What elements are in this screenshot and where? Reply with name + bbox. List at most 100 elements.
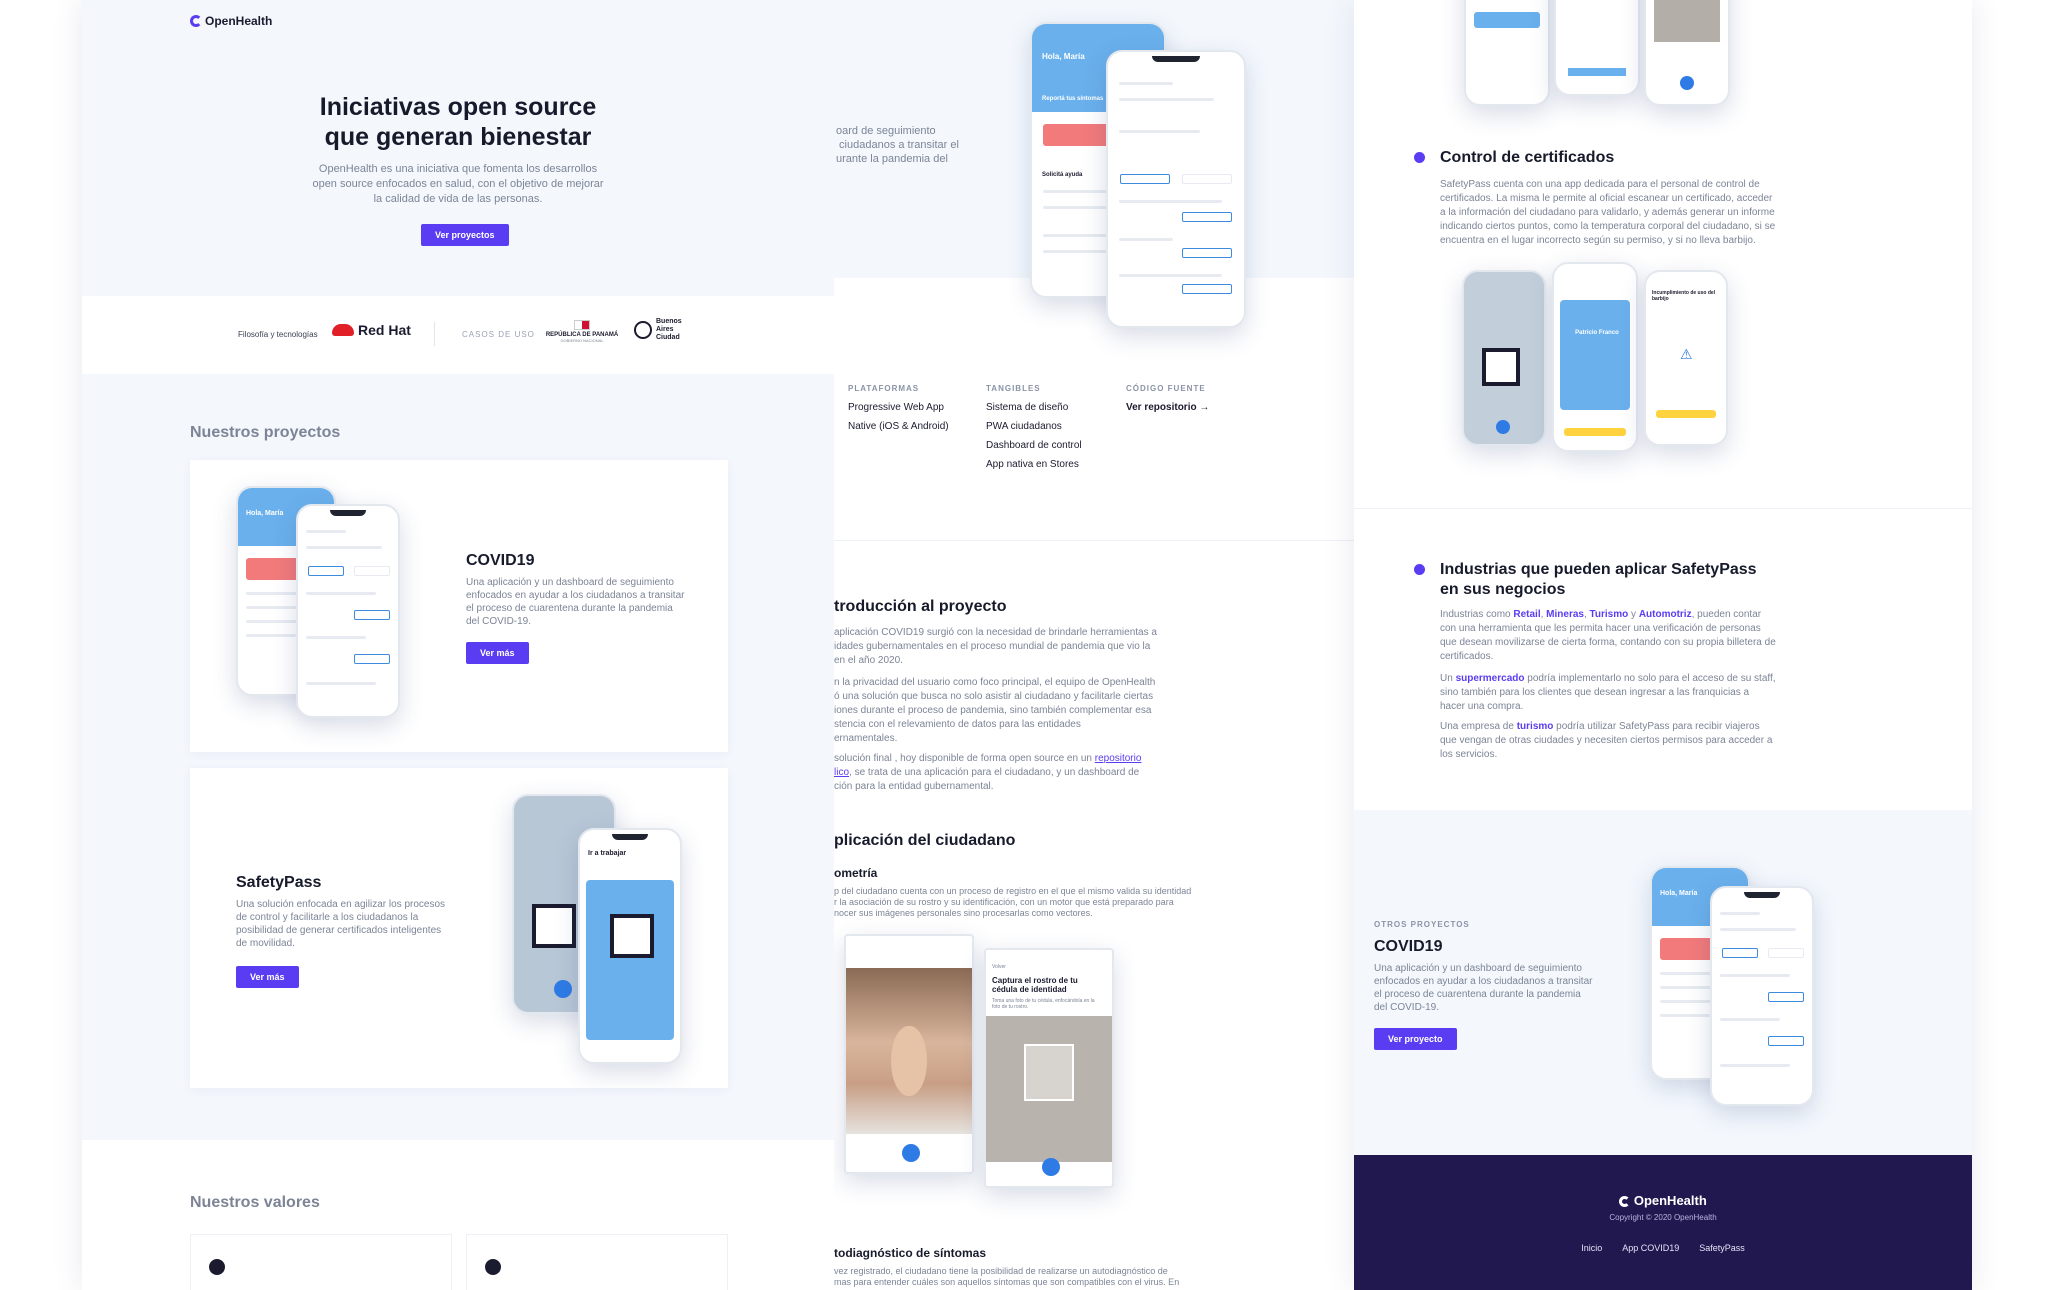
hero-title-line2: que generan bienestar [324, 123, 592, 151]
citizen-name: Patricio Franco [1575, 330, 1619, 336]
safetypass-card-text: Una solución enfocada en agilizar los pr… [236, 899, 446, 949]
control-phone-1 [1462, 270, 1546, 446]
face-shape [891, 1025, 927, 1097]
tourism-text: Una empresa de [1440, 721, 1517, 732]
panama-logo[interactable]: REPÚBLICA DE PANAMÁ GOBIERNO NACIONAL [542, 320, 622, 343]
covid-see-more-button[interactable]: Ver más [466, 642, 529, 664]
strip-divider [434, 322, 435, 346]
repository-link[interactable]: Ver repositorio → [1126, 402, 1209, 413]
tangibles-heading: TANGIBLES [986, 384, 1041, 393]
control-phone-2: Patricio Franco [1552, 262, 1638, 452]
footer: OpenHealth Copyright © 2020 OpenHealth I… [1354, 1155, 1972, 1290]
platforms-heading: PLATAFORMAS [848, 384, 920, 393]
ba-line3: Ciudad [656, 334, 680, 341]
control-phone-3: Incumplimiento de uso del barbijo ⚠ [1644, 270, 1728, 446]
tangible-item: Sistema de diseño [986, 402, 1069, 413]
page-canvas: OpenHealth Iniciativas open source que g… [0, 0, 2052, 1290]
biometrics-text: p del ciudadano cuenta con un proceso de… [834, 886, 1192, 918]
openhealth-logo-icon [1619, 1196, 1631, 1208]
shutter-icon [1680, 76, 1694, 90]
tourism-highlight: turismo [1516, 721, 1554, 732]
industry-tourism: Turismo [1589, 609, 1629, 620]
footer-link-safetypass[interactable]: SafetyPass [1699, 1243, 1745, 1253]
qr-code-icon [532, 904, 576, 948]
openhealth-logo[interactable]: OpenHealth [190, 14, 272, 28]
intro-title: troducción al proyecto [834, 598, 1007, 615]
supermarket-highlight: supermercado [1455, 673, 1525, 684]
citizen-app-title: plicación del ciudadano [834, 832, 1016, 849]
covid-card-text: Una aplicación y un dashboard de seguimi… [466, 577, 685, 627]
certificate-control-text: SafetyPass cuenta con una app dedicada p… [1440, 179, 1776, 246]
public-repo-link-cont[interactable]: lico [834, 767, 849, 778]
repository-link-label: Ver repositorio [1126, 402, 1197, 413]
phone-greeting: Hola, María [246, 510, 284, 517]
covid-project-card[interactable]: Hola, María COVID19 Una aplicación y un … [190, 460, 728, 752]
copyright-text: Copyright © 2020 OpenHealth [1609, 1213, 1717, 1222]
id-capture-hint: Toma una foto de tu cédula, enfocándola … [992, 998, 1095, 1010]
source-code-heading: CÓDIGO FUENTE [1126, 384, 1206, 393]
public-repo-link[interactable]: repositorio [1095, 753, 1142, 764]
self-diagnosis-title: todiagnóstico de síntomas [834, 1246, 987, 1260]
see-project-button[interactable]: Ver proyecto [1374, 1028, 1457, 1050]
other-phone-front [1710, 886, 1814, 1106]
other-projects-label: OTROS PROYECTOS [1374, 920, 1470, 929]
industries-paragraph-1: Industrias como Retail, Mineras, Turismo… [1440, 609, 1776, 662]
intro-paragraph-1: aplicación COVID19 surgió con la necesid… [834, 627, 1157, 666]
industries-text: Industrias como [1440, 609, 1514, 620]
value-card-privacy [190, 1234, 452, 1290]
safetypass-card-title: SafetyPass [236, 874, 322, 891]
ba-line2: Aires [656, 326, 674, 333]
redhat-wordmark: Red Hat [358, 322, 411, 338]
detail-phone-help: Solicitá ayuda [1042, 172, 1083, 178]
redhat-hat-icon [332, 324, 354, 336]
section-divider [1354, 508, 1972, 509]
buenos-aires-logo[interactable]: Buenos Aires Ciudad [634, 318, 682, 342]
qr-code-icon [610, 914, 654, 958]
tangible-item: App nativa en Stores [986, 459, 1079, 470]
detail-hero-text: oard de seguimiento ciudadanos a transit… [836, 125, 959, 165]
section-divider [834, 540, 1354, 541]
safetypass-see-more-button[interactable]: Ver más [236, 966, 299, 988]
other-project-title: COVID19 [1374, 938, 1443, 955]
see-projects-button[interactable]: Ver proyectos [421, 224, 509, 246]
warning-icon: ⚠ [1680, 346, 1693, 362]
covid-phone-front [296, 504, 400, 718]
detail-phone-greeting: Hola, María [1042, 52, 1085, 61]
other-phone-greeting: Hola, María [1660, 890, 1698, 897]
mask-warning-title: Incumplimiento de uso del barbijo [1652, 290, 1716, 302]
tangible-item: PWA ciudadanos [986, 421, 1062, 432]
open-source-icon [485, 1259, 501, 1275]
home-panel: OpenHealth Iniciativas open source que g… [82, 0, 834, 1290]
other-projects-section: OTROS PROYECTOS COVID19 Una aplicación y… [1354, 810, 1972, 1155]
buenos-aires-emblem-icon [634, 321, 652, 339]
industry-mining: Mineras [1546, 609, 1584, 620]
panama-subtitle: GOBIERNO NACIONAL [560, 338, 604, 343]
safetypass-project-card[interactable]: SafetyPass Una solución enfocada en agil… [190, 768, 728, 1088]
id-card-photo [1654, 0, 1720, 42]
shutter-icon [554, 980, 572, 998]
detail-phone-front [1106, 50, 1246, 328]
projects-section-title: Nuestros proyectos [190, 424, 341, 441]
intro-p3-text-cont: , se trata de una aplicación para el ciu… [834, 767, 1140, 792]
industries-title: Industrias que pueden aplicar SafetyPass… [1440, 561, 1757, 598]
sp-top-phone-3 [1644, 0, 1730, 106]
industries-paragraph-3: Una empresa de turismo podría utilizar S… [1440, 720, 1776, 762]
self-diagnosis-text: vez registrado, el ciudadano tiene la po… [834, 1266, 1180, 1287]
hero-title-line1: Iniciativas open source [319, 93, 597, 121]
qr-code-icon [1482, 348, 1520, 386]
arrow-right-icon: → [1199, 402, 1210, 413]
bullet-icon [1414, 152, 1425, 163]
footer-nav: Inicio App COVID19 SafetyPass [1354, 1243, 1972, 1253]
intro-paragraph-3: solución final , hoy disponible de forma… [834, 752, 1141, 794]
shutter-icon [902, 1144, 920, 1162]
footer-link-covid[interactable]: App COVID19 [1622, 1243, 1679, 1253]
footer-logo[interactable]: OpenHealth [1354, 1193, 1972, 1208]
redhat-logo[interactable]: Red Hat [332, 322, 411, 338]
footer-link-home[interactable]: Inicio [1581, 1243, 1602, 1253]
partners-strip: Filosofía y tecnologías Red Hat CASOS DE… [82, 296, 834, 374]
industry-automotive: Automotriz [1638, 609, 1692, 620]
safetypass-phone-front: Ir a trabajar [578, 828, 682, 1064]
hero-title: Iniciativas open source que generan bien… [82, 92, 834, 152]
brand-name: OpenHealth [205, 14, 273, 28]
back-link[interactable]: Volver [992, 964, 1006, 970]
